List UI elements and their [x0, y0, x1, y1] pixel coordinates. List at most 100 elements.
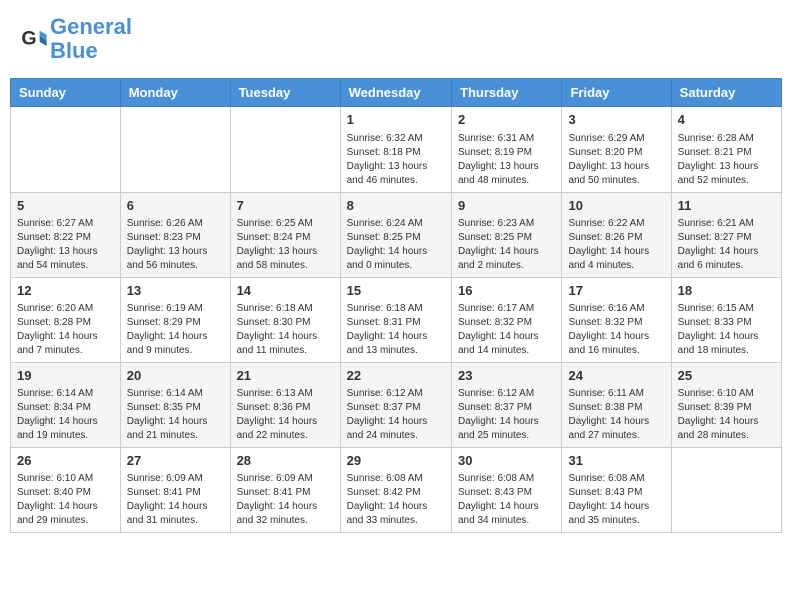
day-info: Sunrise: 6:18 AMSunset: 8:31 PMDaylight:… [347, 302, 445, 358]
calendar-cell: 23 Sunrise: 6:12 AMSunset: 8:37 PMDayligh… [452, 362, 562, 447]
day-number: 15 [347, 282, 445, 300]
day-number: 19 [17, 367, 114, 385]
day-info: Sunrise: 6:11 AMSunset: 8:38 PMDaylight:… [568, 387, 664, 443]
calendar-cell: 16 Sunrise: 6:17 AMSunset: 8:32 PMDayligh… [452, 277, 562, 362]
calendar-cell: 31Sunrise: 6:08 AMSunset: 8:43 PMDayligh… [562, 448, 671, 533]
day-info: Sunrise: 6:12 AMSunset: 8:37 PMDaylight:… [347, 387, 445, 443]
calendar-cell [120, 107, 230, 192]
day-info: Sunrise: 6:12 AMSunset: 8:37 PMDaylight:… [458, 387, 555, 443]
logo-blue: Blue [50, 38, 98, 63]
calendar-week-row: 19Sunrise: 6:14 AMSunset: 8:34 PMDayligh… [11, 362, 782, 447]
calendar-cell [230, 107, 340, 192]
day-header-tuesday: Tuesday [230, 79, 340, 107]
day-header-monday: Monday [120, 79, 230, 107]
day-header-saturday: Saturday [671, 79, 781, 107]
day-info: Sunrise: 6:20 AMSunset: 8:28 PMDaylight:… [17, 302, 114, 358]
calendar-cell: 12 Sunrise: 6:20 AMSunset: 8:28 PMDayligh… [11, 277, 121, 362]
calendar-cell: 26 Sunrise: 6:10 AMSunset: 8:40 PMDayligh… [11, 448, 121, 533]
day-info: Sunrise: 6:19 AMSunset: 8:29 PMDaylight:… [127, 302, 224, 358]
calendar-cell: 15 Sunrise: 6:18 AMSunset: 8:31 PMDayligh… [340, 277, 451, 362]
calendar-cell: 8Sunrise: 6:24 AMSunset: 8:25 PMDaylight… [340, 192, 451, 277]
day-number: 4 [678, 111, 775, 129]
calendar-cell: 24 Sunrise: 6:11 AMSunset: 8:38 PMDayligh… [562, 362, 671, 447]
day-info: Sunrise: 6:13 AMSunset: 8:36 PMDaylight:… [237, 387, 334, 443]
day-number: 2 [458, 111, 555, 129]
day-number: 24 [568, 367, 664, 385]
day-number: 6 [127, 197, 224, 215]
day-info: Sunrise: 6:23 AMSunset: 8:25 PMDaylight:… [458, 217, 555, 273]
day-number: 16 [458, 282, 555, 300]
calendar-table: SundayMondayTuesdayWednesdayThursdayFrid… [10, 78, 782, 533]
day-info: Sunrise: 6:10 AMSunset: 8:40 PMDaylight:… [17, 472, 114, 528]
day-info: Sunrise: 6:10 AMSunset: 8:39 PMDaylight:… [678, 387, 775, 443]
day-number: 3 [568, 111, 664, 129]
day-info: Sunrise: 6:31 AMSunset: 8:19 PMDaylight:… [458, 132, 555, 188]
calendar-cell: 28 Sunrise: 6:09 AMSunset: 8:41 PMDayligh… [230, 448, 340, 533]
day-header-wednesday: Wednesday [340, 79, 451, 107]
calendar-cell: 22 Sunrise: 6:12 AMSunset: 8:37 PMDayligh… [340, 362, 451, 447]
calendar-cell [671, 448, 781, 533]
day-info: Sunrise: 6:25 AMSunset: 8:24 PMDaylight:… [237, 217, 334, 273]
day-header-thursday: Thursday [452, 79, 562, 107]
calendar-cell: 13Sunrise: 6:19 AMSunset: 8:29 PMDayligh… [120, 277, 230, 362]
calendar-cell: 19Sunrise: 6:14 AMSunset: 8:34 PMDayligh… [11, 362, 121, 447]
calendar-cell [11, 107, 121, 192]
day-header-friday: Friday [562, 79, 671, 107]
calendar-cell: 7 Sunrise: 6:25 AMSunset: 8:24 PMDaylight… [230, 192, 340, 277]
day-info: Sunrise: 6:17 AMSunset: 8:32 PMDaylight:… [458, 302, 555, 358]
day-info: Sunrise: 6:27 AMSunset: 8:22 PMDaylight:… [17, 217, 114, 273]
calendar-cell: 30Sunrise: 6:08 AMSunset: 8:43 PMDayligh… [452, 448, 562, 533]
day-number: 14 [237, 282, 334, 300]
calendar-cell: 4 Sunrise: 6:28 AMSunset: 8:21 PMDaylight… [671, 107, 781, 192]
day-number: 29 [347, 452, 445, 470]
day-info: Sunrise: 6:09 AMSunset: 8:41 PMDaylight:… [237, 472, 334, 528]
day-info: Sunrise: 6:08 AMSunset: 8:43 PMDaylight:… [568, 472, 664, 528]
logo-general: General [50, 14, 132, 39]
day-info: Sunrise: 6:21 AMSunset: 8:27 PMDaylight:… [678, 217, 775, 273]
page-header: G General Blue [10, 10, 782, 68]
day-info: Sunrise: 6:29 AMSunset: 8:20 PMDaylight:… [568, 132, 664, 188]
day-info: Sunrise: 6:32 AMSunset: 8:18 PMDaylight:… [347, 132, 445, 188]
day-number: 26 [17, 452, 114, 470]
calendar-cell: 25 Sunrise: 6:10 AMSunset: 8:39 PMDayligh… [671, 362, 781, 447]
day-number: 22 [347, 367, 445, 385]
calendar-cell: 9 Sunrise: 6:23 AMSunset: 8:25 PMDaylight… [452, 192, 562, 277]
calendar-cell: 10Sunrise: 6:22 AMSunset: 8:26 PMDayligh… [562, 192, 671, 277]
calendar-cell: 20Sunrise: 6:14 AMSunset: 8:35 PMDayligh… [120, 362, 230, 447]
day-number: 17 [568, 282, 664, 300]
day-info: Sunrise: 6:14 AMSunset: 8:35 PMDaylight:… [127, 387, 224, 443]
day-number: 8 [347, 197, 445, 215]
calendar-cell: 11 Sunrise: 6:21 AMSunset: 8:27 PMDayligh… [671, 192, 781, 277]
calendar-week-row: 5 Sunrise: 6:27 AMSunset: 8:22 PMDaylight… [11, 192, 782, 277]
calendar-cell: 27Sunrise: 6:09 AMSunset: 8:41 PMDayligh… [120, 448, 230, 533]
day-info: Sunrise: 6:16 AMSunset: 8:32 PMDaylight:… [568, 302, 664, 358]
day-number: 9 [458, 197, 555, 215]
calendar-cell: 17 Sunrise: 6:16 AMSunset: 8:32 PMDayligh… [562, 277, 671, 362]
day-number: 1 [347, 111, 445, 129]
calendar-cell: 2 Sunrise: 6:31 AMSunset: 8:19 PMDaylight… [452, 107, 562, 192]
day-info: Sunrise: 6:15 AMSunset: 8:33 PMDaylight:… [678, 302, 775, 358]
calendar-header-row: SundayMondayTuesdayWednesdayThursdayFrid… [11, 79, 782, 107]
day-info: Sunrise: 6:28 AMSunset: 8:21 PMDaylight:… [678, 132, 775, 188]
calendar-cell: 6 Sunrise: 6:26 AMSunset: 8:23 PMDaylight… [120, 192, 230, 277]
calendar-cell: 1 Sunrise: 6:32 AMSunset: 8:18 PMDaylight… [340, 107, 451, 192]
calendar-cell: 14Sunrise: 6:18 AMSunset: 8:30 PMDayligh… [230, 277, 340, 362]
logo: G General Blue [20, 15, 132, 63]
calendar-cell: 21Sunrise: 6:13 AMSunset: 8:36 PMDayligh… [230, 362, 340, 447]
day-number: 11 [678, 197, 775, 215]
calendar-week-row: 26 Sunrise: 6:10 AMSunset: 8:40 PMDayligh… [11, 448, 782, 533]
day-number: 5 [17, 197, 114, 215]
day-number: 7 [237, 197, 334, 215]
day-info: Sunrise: 6:26 AMSunset: 8:23 PMDaylight:… [127, 217, 224, 273]
calendar-week-row: 12 Sunrise: 6:20 AMSunset: 8:28 PMDayligh… [11, 277, 782, 362]
calendar-cell: 3 Sunrise: 6:29 AMSunset: 8:20 PMDaylight… [562, 107, 671, 192]
calendar-week-row: 1 Sunrise: 6:32 AMSunset: 8:18 PMDaylight… [11, 107, 782, 192]
day-number: 12 [17, 282, 114, 300]
day-info: Sunrise: 6:22 AMSunset: 8:26 PMDaylight:… [568, 217, 664, 273]
day-number: 23 [458, 367, 555, 385]
logo-icon: G [20, 25, 48, 53]
day-number: 25 [678, 367, 775, 385]
day-info: Sunrise: 6:08 AMSunset: 8:42 PMDaylight:… [347, 472, 445, 528]
day-number: 28 [237, 452, 334, 470]
day-number: 27 [127, 452, 224, 470]
